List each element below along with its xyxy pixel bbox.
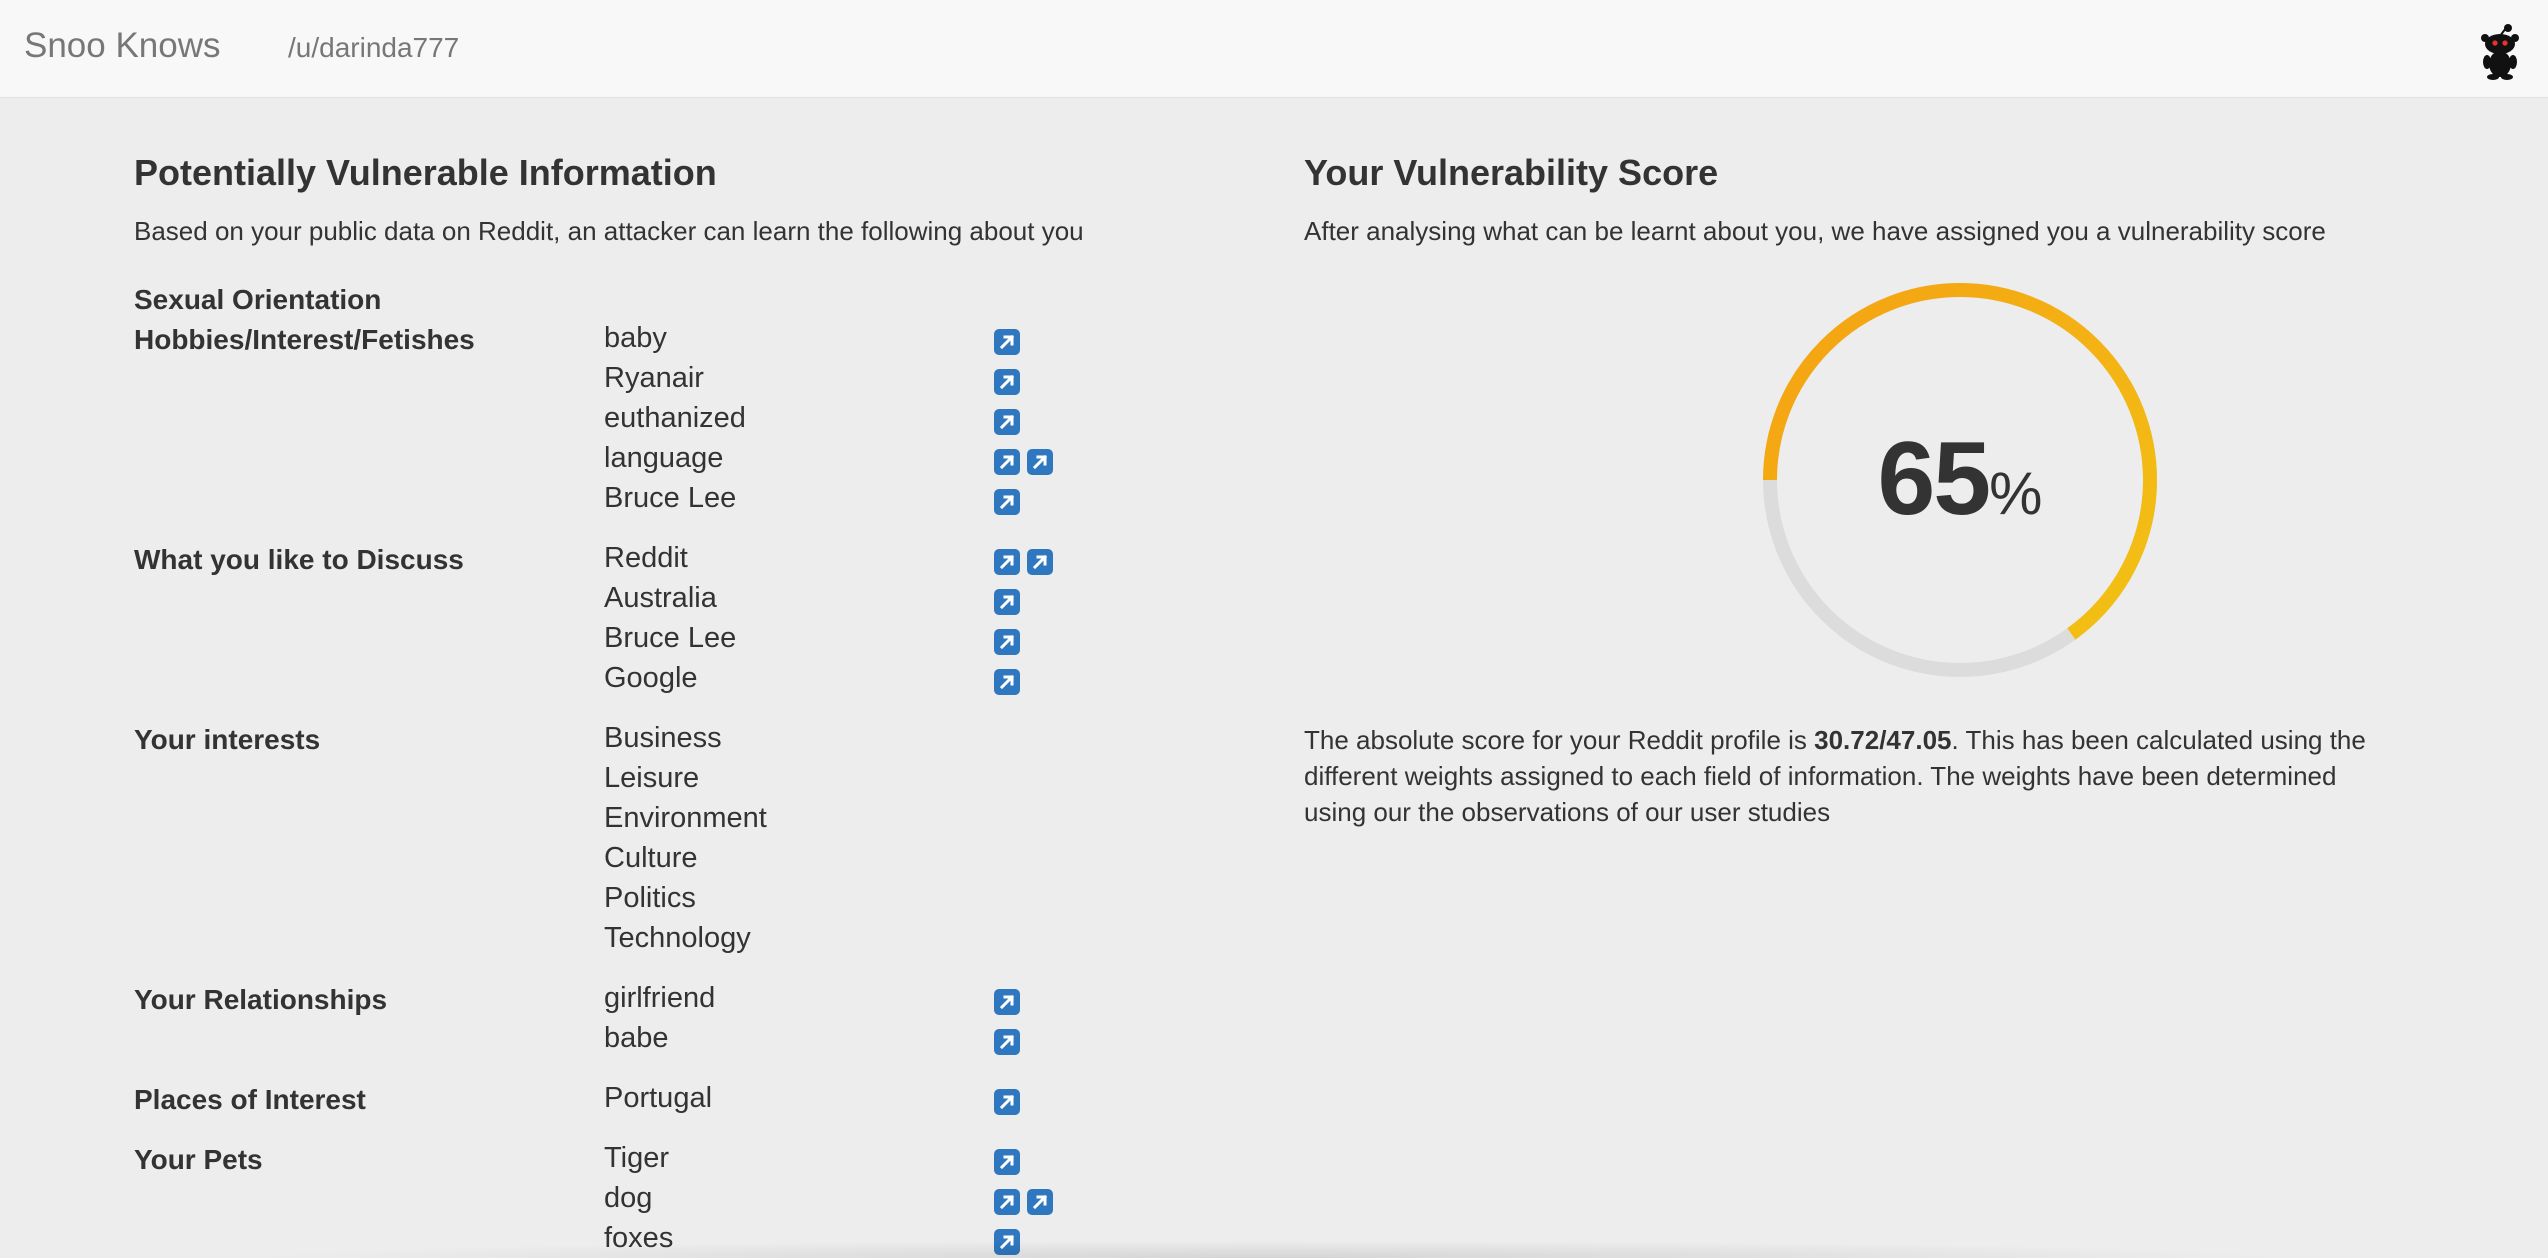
source-links (994, 1189, 1053, 1215)
gauge-value: 65% (1756, 420, 2164, 539)
external-link-icon[interactable] (994, 1149, 1020, 1175)
top-navbar: Snoo Knows /u/darinda777 (0, 0, 2548, 98)
external-link-icon[interactable] (994, 1029, 1020, 1055)
source-links (994, 1089, 1020, 1115)
username-link[interactable]: /u/darinda777 (288, 32, 459, 64)
source-links (994, 989, 1020, 1015)
external-link-icon[interactable] (994, 629, 1020, 655)
category-label: Sexual Orientation (134, 284, 382, 315)
info-item: Environment (604, 802, 767, 834)
source-links (994, 629, 1020, 655)
category-label: Your Pets (134, 1144, 263, 1175)
info-item: Culture (604, 842, 698, 874)
external-link-icon[interactable] (1027, 1189, 1053, 1215)
source-links (994, 329, 1020, 355)
vulnerable-info-subtitle: Based on your public data on Reddit, an … (134, 216, 1084, 246)
vulnerability-score-title: Your Vulnerability Score (1304, 152, 1719, 193)
info-item: baby (604, 322, 667, 354)
info-item: Google (604, 662, 698, 694)
source-links (994, 449, 1053, 475)
external-link-icon[interactable] (994, 549, 1020, 575)
score-number: 65 (1877, 421, 1991, 537)
external-link-icon[interactable] (994, 1089, 1020, 1115)
footer-shadow (240, 1240, 2300, 1258)
info-item: Portugal (604, 1082, 713, 1114)
info-item: babe (604, 1022, 669, 1054)
external-link-icon[interactable] (1027, 449, 1053, 475)
category-label: Places of Interest (134, 1084, 366, 1115)
external-link-icon[interactable] (994, 489, 1020, 515)
info-item: Ryanair (604, 362, 704, 394)
source-links (994, 549, 1053, 575)
source-links (994, 1029, 1020, 1055)
info-item: Tiger (604, 1142, 669, 1174)
info-item: Leisure (604, 762, 700, 794)
source-links (994, 369, 1020, 395)
external-link-icon[interactable] (994, 409, 1020, 435)
info-item: Australia (604, 582, 717, 614)
category-label: What you like to Discuss (134, 544, 464, 575)
score-unit: % (1989, 460, 2043, 527)
source-links (994, 409, 1020, 435)
brand-link[interactable]: Snoo Knows (24, 26, 221, 66)
reddit-snoo-icon[interactable] (2476, 22, 2524, 80)
external-link-icon[interactable] (994, 669, 1020, 695)
score-explanation: The absolute score for your Reddit profi… (1304, 722, 2404, 830)
external-link-icon[interactable] (1027, 549, 1053, 575)
source-links (994, 1149, 1020, 1175)
vulnerability-score-subtitle: After analysing what can be learnt about… (1304, 216, 2326, 246)
source-links (994, 589, 1020, 615)
external-link-icon[interactable] (994, 1189, 1020, 1215)
info-item: Technology (604, 922, 751, 954)
external-link-icon[interactable] (994, 329, 1020, 355)
external-link-icon[interactable] (994, 989, 1020, 1015)
info-item: dog (604, 1182, 653, 1214)
info-item: Politics (604, 882, 696, 914)
vulnerable-info-title: Potentially Vulnerable Information (134, 152, 717, 193)
info-item: Business (604, 722, 722, 754)
external-link-icon[interactable] (994, 369, 1020, 395)
source-links (994, 489, 1020, 515)
info-item: language (604, 442, 724, 474)
category-label: Hobbies/Interest/Fetishes (134, 324, 475, 355)
external-link-icon[interactable] (994, 449, 1020, 475)
info-item: girlfriend (604, 982, 716, 1014)
info-item: Bruce Lee (604, 482, 737, 514)
external-link-icon[interactable] (994, 589, 1020, 615)
info-item: Bruce Lee (604, 622, 737, 654)
category-label: Your Relationships (134, 984, 388, 1015)
source-links (994, 669, 1020, 695)
score-text-pre: The absolute score for your Reddit profi… (1304, 725, 1815, 755)
info-item: Reddit (604, 542, 688, 574)
category-label: Your interests (134, 724, 321, 755)
info-item: euthanized (604, 402, 746, 434)
absolute-score: 30.72/47.05 (1814, 725, 1952, 755)
